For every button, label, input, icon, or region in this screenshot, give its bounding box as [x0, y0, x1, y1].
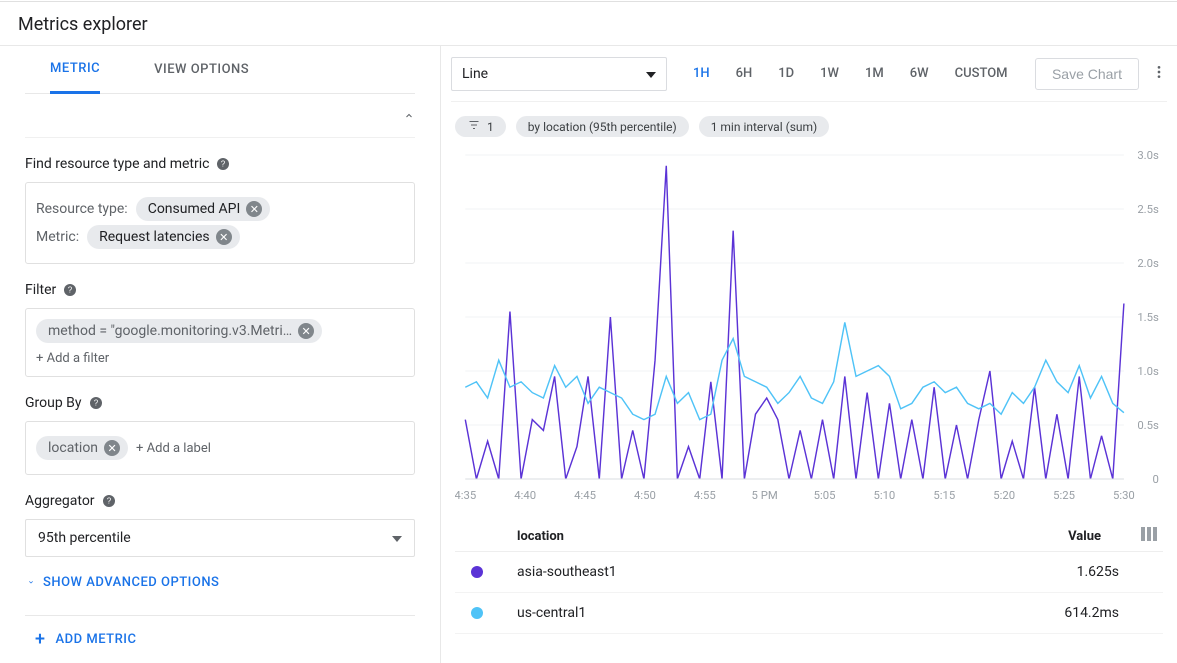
- svg-text:1.0s: 1.0s: [1137, 365, 1159, 378]
- svg-text:5:10: 5:10: [873, 489, 895, 502]
- legend-name: us-central1: [517, 605, 586, 621]
- save-chart-button[interactable]: Save Chart: [1035, 58, 1139, 90]
- aggregator-value: 95th percentile: [38, 530, 131, 546]
- time-range-tabs: 1H 6H 1D 1W 1M 6W CUSTOM: [693, 66, 1008, 81]
- legend-value: 614.2ms: [1064, 605, 1119, 621]
- pill-filter-count[interactable]: 1: [455, 116, 506, 137]
- chip-filter-text: method = "google.monitoring.v3.Metri…: [48, 323, 292, 339]
- chip-remove-icon[interactable]: ✕: [298, 323, 314, 339]
- help-icon[interactable]: ?: [101, 493, 117, 509]
- svg-text:5:05: 5:05: [814, 489, 836, 502]
- svg-text:4:45: 4:45: [574, 489, 596, 502]
- add-label-link[interactable]: + Add a label: [136, 441, 211, 456]
- svg-text:0: 0: [1153, 473, 1159, 486]
- legend-value: 1.625s: [1077, 564, 1119, 580]
- legend-header-value[interactable]: Value: [1068, 529, 1101, 544]
- metric-label: Metric:: [36, 229, 79, 245]
- svg-text:4:40: 4:40: [514, 489, 536, 502]
- svg-text:?: ?: [221, 160, 226, 169]
- chip-metric-text: Request latencies: [99, 229, 210, 245]
- svg-text:4:50: 4:50: [634, 489, 656, 502]
- chevron-down-icon: [25, 575, 37, 590]
- chip-remove-icon[interactable]: ✕: [104, 440, 120, 456]
- svg-text:4:55: 4:55: [694, 489, 716, 502]
- svg-text:5 PM: 5 PM: [752, 489, 778, 502]
- group-by-box[interactable]: location ✕ + Add a label: [25, 421, 415, 475]
- svg-text:?: ?: [93, 399, 98, 408]
- tab-view-options[interactable]: View Options: [154, 46, 249, 94]
- overflow-menu-icon[interactable]: [1151, 64, 1167, 84]
- svg-text:5:15: 5:15: [933, 489, 955, 502]
- range-tab-1m[interactable]: 1M: [865, 66, 884, 81]
- tab-metric[interactable]: Metric: [50, 46, 100, 94]
- page-title: Metrics explorer: [18, 14, 1159, 35]
- series-color-dot: [471, 566, 483, 578]
- legend-row[interactable]: asia-southeast1 1.625s: [455, 552, 1163, 593]
- aggregator-label: Aggregator: [25, 493, 95, 509]
- svg-text:5:25: 5:25: [1053, 489, 1075, 502]
- resource-type-label: Resource type:: [36, 201, 128, 217]
- group-by-label: Group By: [25, 395, 82, 411]
- range-tab-custom[interactable]: CUSTOM: [955, 66, 1008, 81]
- find-resource-label: Find resource type and metric: [25, 156, 209, 172]
- svg-text:3.0s: 3.0s: [1137, 149, 1159, 162]
- chip-filter-method[interactable]: method = "google.monitoring.v3.Metri… ✕: [36, 319, 322, 343]
- series-color-dot: [471, 607, 483, 619]
- chip-resource-type[interactable]: Consumed API ✕: [136, 197, 271, 221]
- help-icon[interactable]: ?: [62, 282, 78, 298]
- filter-box[interactable]: method = "google.monitoring.v3.Metri… ✕ …: [25, 308, 415, 377]
- line-chart[interactable]: 0 0.5s 1.0s 1.5s 2.0s 2.5s 3.0s 4:35 4:40 4:45 4:5…: [455, 147, 1163, 507]
- legend-header-location[interactable]: location: [517, 529, 564, 544]
- svg-text:2.5s: 2.5s: [1137, 203, 1159, 216]
- svg-text:4:35: 4:35: [455, 489, 476, 502]
- chart-type-value: Line: [462, 66, 488, 82]
- legend-name: asia-southeast1: [517, 564, 617, 580]
- chip-remove-icon[interactable]: ✕: [216, 229, 232, 245]
- range-tab-1w[interactable]: 1W: [820, 66, 839, 81]
- chevron-down-icon: [392, 530, 402, 546]
- filter-icon: [467, 119, 481, 134]
- chevron-down-icon: [646, 66, 656, 82]
- show-advanced-label: SHOW ADVANCED OPTIONS: [43, 575, 219, 590]
- chip-resource-type-text: Consumed API: [148, 201, 241, 217]
- help-icon[interactable]: ?: [215, 156, 231, 172]
- show-advanced-toggle[interactable]: SHOW ADVANCED OPTIONS: [25, 575, 415, 590]
- aggregator-select[interactable]: 95th percentile: [25, 519, 415, 557]
- columns-icon[interactable]: [1141, 527, 1157, 545]
- resource-metric-box[interactable]: Resource type: Consumed API ✕ Metric: Re…: [25, 182, 415, 264]
- svg-text:5:20: 5:20: [993, 489, 1015, 502]
- chart-type-select[interactable]: Line: [451, 57, 667, 91]
- add-metric-button[interactable]: + ADD METRIC: [25, 615, 415, 663]
- chip-group-location[interactable]: location ✕: [36, 436, 128, 460]
- range-tab-6h[interactable]: 6H: [736, 66, 753, 81]
- legend-row[interactable]: us-central1 614.2ms: [455, 593, 1163, 634]
- left-tabs: Metric View Options: [25, 46, 415, 94]
- pill-filter-count-text: 1: [487, 120, 494, 134]
- svg-text:5:30: 5:30: [1113, 489, 1135, 502]
- svg-text:?: ?: [68, 286, 73, 295]
- range-tab-1d[interactable]: 1D: [778, 66, 794, 81]
- svg-text:2.0s: 2.0s: [1137, 257, 1159, 270]
- plus-icon: +: [35, 629, 46, 650]
- pill-group[interactable]: by location (95th percentile): [516, 116, 689, 137]
- chevron-up-icon[interactable]: [403, 110, 415, 126]
- filter-label: Filter: [25, 282, 56, 298]
- chip-remove-icon[interactable]: ✕: [246, 201, 262, 217]
- pill-interval[interactable]: 1 min interval (sum): [699, 116, 830, 137]
- chip-metric[interactable]: Request latencies ✕: [87, 225, 240, 249]
- help-icon[interactable]: ?: [88, 395, 104, 411]
- add-metric-label: ADD METRIC: [56, 632, 137, 647]
- svg-text:0.5s: 0.5s: [1137, 419, 1159, 432]
- svg-text:1.5s: 1.5s: [1137, 311, 1159, 324]
- range-tab-6w[interactable]: 6W: [910, 66, 929, 81]
- chip-group-text: location: [48, 440, 98, 456]
- range-tab-1h[interactable]: 1H: [693, 66, 710, 81]
- add-filter-link[interactable]: + Add a filter: [36, 351, 404, 366]
- svg-text:?: ?: [106, 497, 111, 506]
